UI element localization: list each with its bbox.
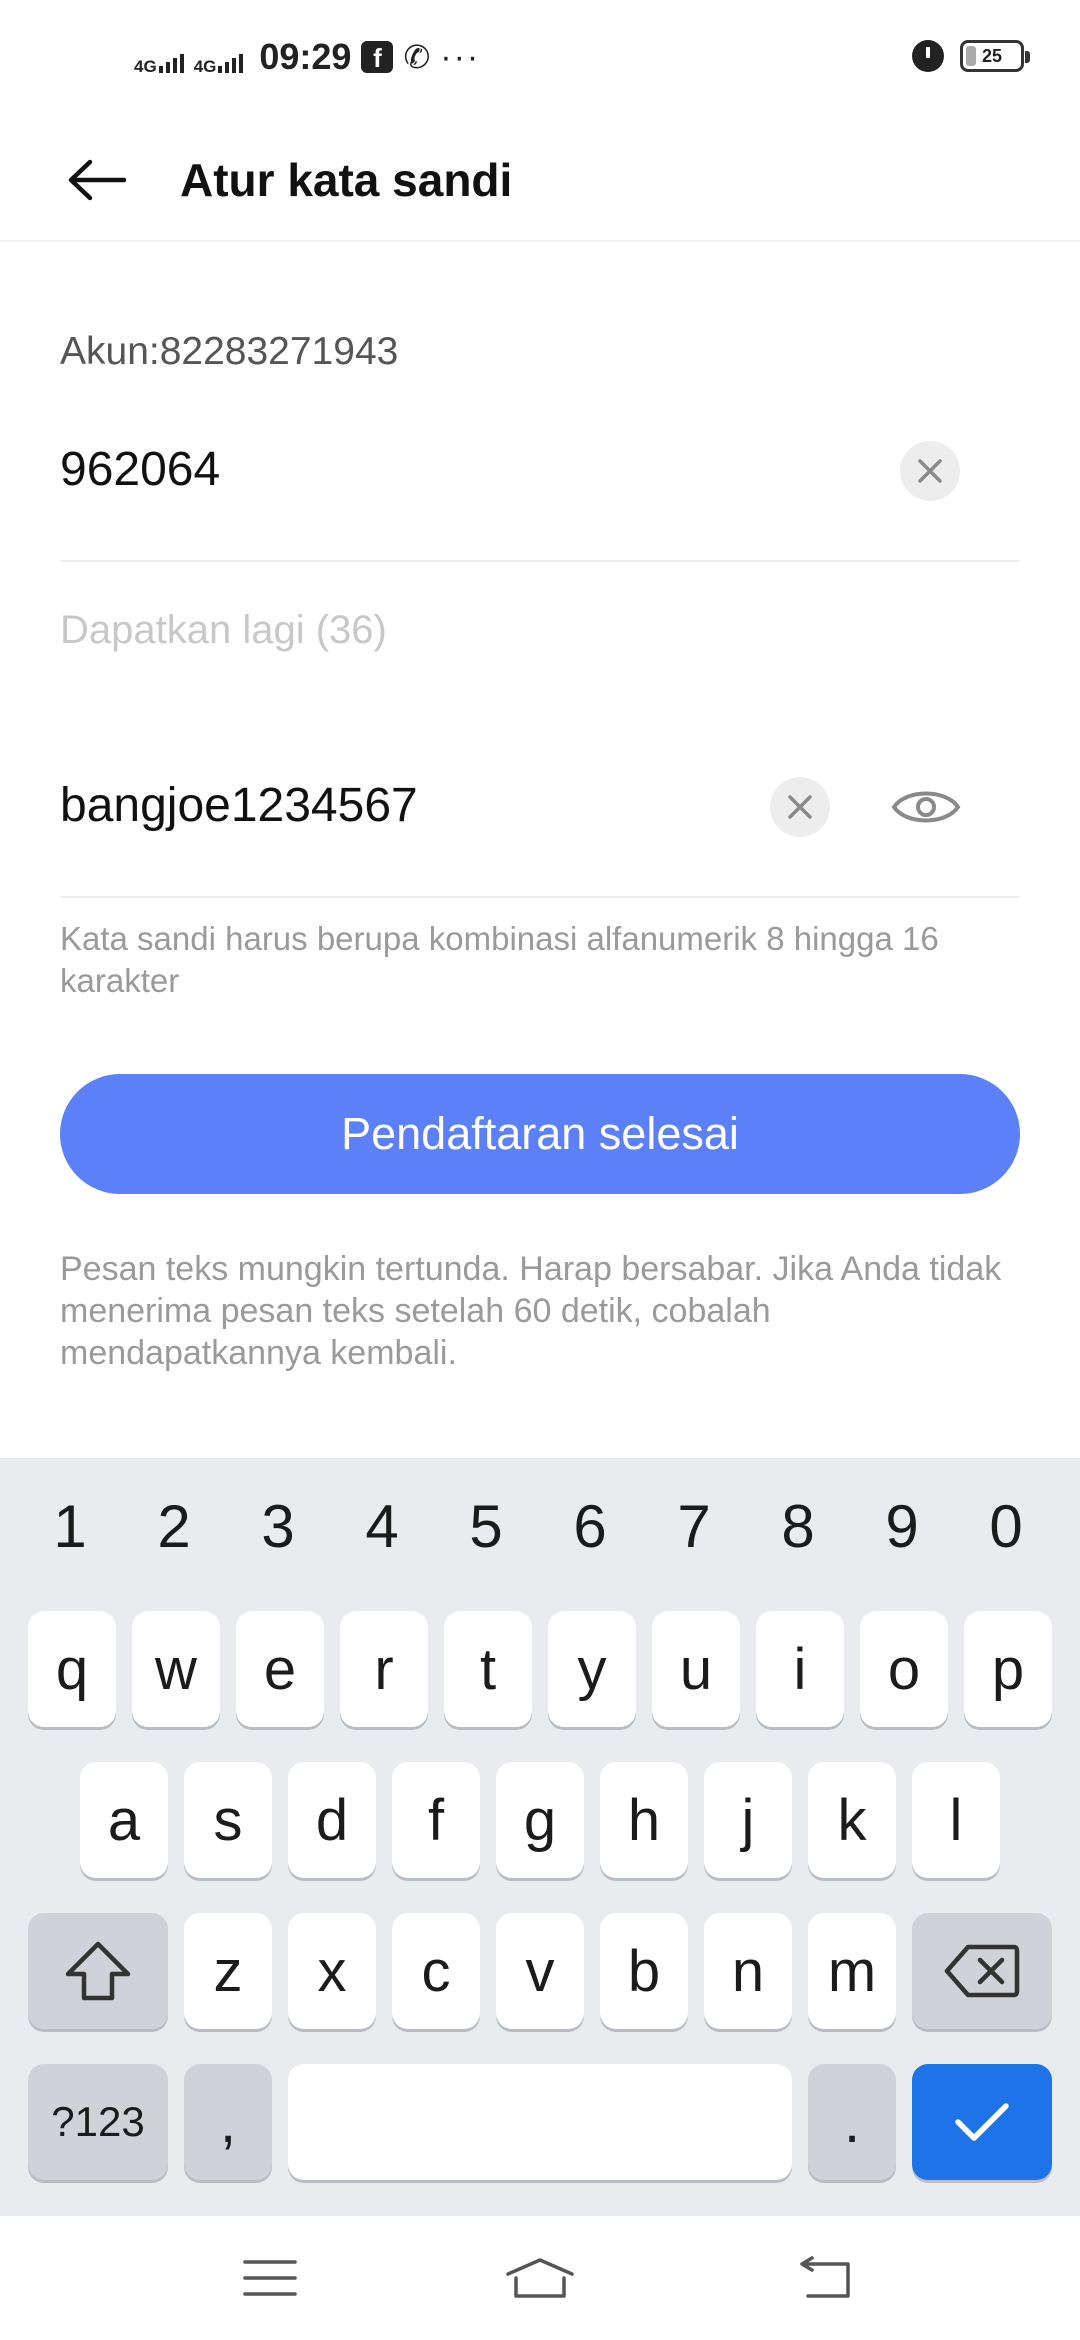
phone-call-icon: ✆	[403, 39, 431, 75]
key-g[interactable]: g	[496, 1762, 584, 1878]
alarm-icon	[912, 40, 944, 72]
key-h[interactable]: h	[600, 1762, 688, 1878]
key-2[interactable]: 2	[122, 1478, 226, 1574]
home-nav-button[interactable]	[504, 2246, 576, 2310]
key-q[interactable]: q	[28, 1611, 116, 1727]
menu-icon	[243, 2260, 297, 2296]
key-k[interactable]: k	[808, 1762, 896, 1878]
password-value: bangjoe1234567	[60, 779, 418, 832]
key-w[interactable]: w	[132, 1611, 220, 1727]
backspace-key[interactable]	[912, 1913, 1052, 2029]
key-l[interactable]: l	[912, 1762, 1000, 1878]
keyboard: 1 2 3 4 5 6 7 8 9 0 q w e r t y u i o p …	[0, 1458, 1080, 2216]
key-y[interactable]: y	[548, 1611, 636, 1727]
key-3[interactable]: 3	[226, 1478, 330, 1574]
shift-key[interactable]	[28, 1913, 168, 2029]
status-right: 25	[912, 40, 1030, 72]
close-icon	[918, 459, 942, 483]
key-s[interactable]: s	[184, 1762, 272, 1878]
close-icon	[788, 795, 812, 819]
battery-level: 25	[981, 46, 1003, 66]
verification-code-value: 962064	[60, 443, 221, 496]
signal-icon-sim2: 4G	[194, 37, 244, 77]
period-key[interactable]: .	[808, 2064, 896, 2180]
network-type-1: 4G	[134, 57, 157, 76]
account-label: Akun:82283271943	[60, 330, 399, 373]
toggle-password-visibility-button[interactable]	[890, 777, 962, 837]
status-time: 09:29	[259, 36, 352, 77]
page-title: Atur kata sandi	[180, 154, 513, 206]
arrow-left-icon	[68, 159, 126, 201]
backspace-icon	[944, 1944, 1020, 1998]
key-z[interactable]: z	[184, 1913, 272, 2029]
menu-nav-button[interactable]	[234, 2246, 306, 2310]
resend-code-link[interactable]: Dapatkan lagi (36)	[60, 608, 387, 653]
home-icon	[506, 2258, 574, 2298]
key-i[interactable]: i	[756, 1611, 844, 1727]
password-hint: Kata sandi harus berupa kombinasi alfanu…	[60, 920, 939, 999]
system-nav-bar	[0, 2216, 1080, 2340]
password-field[interactable]: bangjoe1234567	[60, 748, 1020, 898]
key-9[interactable]: 9	[850, 1478, 954, 1574]
key-7[interactable]: 7	[642, 1478, 746, 1574]
key-r[interactable]: r	[340, 1611, 428, 1727]
more-notifications-icon: ···	[440, 37, 481, 76]
key-j[interactable]: j	[704, 1762, 792, 1878]
key-t[interactable]: t	[444, 1611, 532, 1727]
space-key[interactable]	[288, 2064, 792, 2180]
key-4[interactable]: 4	[330, 1478, 434, 1574]
shift-icon	[65, 1941, 131, 2001]
key-c[interactable]: c	[392, 1913, 480, 2029]
symbols-key[interactable]: ?123	[28, 2064, 168, 2180]
key-f[interactable]: f	[392, 1762, 480, 1878]
app-bar: Atur kata sandi	[0, 120, 1080, 242]
battery-icon: 25	[960, 40, 1030, 72]
key-1[interactable]: 1	[18, 1478, 122, 1574]
back-button[interactable]	[60, 148, 132, 212]
key-d[interactable]: d	[288, 1762, 376, 1878]
signal-icon-sim1: 4G	[134, 37, 184, 77]
verification-code-field[interactable]: 962064	[60, 412, 1020, 562]
key-e[interactable]: e	[236, 1611, 324, 1727]
key-u[interactable]: u	[652, 1611, 740, 1727]
check-icon	[955, 2103, 1009, 2141]
key-v[interactable]: v	[496, 1913, 584, 2029]
enter-key[interactable]	[912, 2064, 1052, 2180]
back-nav-button[interactable]	[790, 2246, 862, 2310]
key-0[interactable]: 0	[954, 1478, 1058, 1574]
key-a[interactable]: a	[80, 1762, 168, 1878]
status-bar: 4G 4G 09:29 f ✆ ··· 25	[0, 0, 1080, 120]
status-left: 4G 4G 09:29 f ✆ ···	[134, 36, 480, 78]
eye-icon	[891, 791, 961, 823]
complete-registration-button[interactable]: Pendaftaran selesai	[60, 1074, 1020, 1194]
comma-key[interactable]: ,	[184, 2064, 272, 2180]
network-type-2: 4G	[193, 57, 217, 76]
back-icon	[800, 2256, 850, 2298]
clear-password-button[interactable]	[770, 777, 830, 837]
sms-delay-note: Pesan teks mungkin tertunda. Harap bersa…	[60, 1250, 1002, 1372]
key-m[interactable]: m	[808, 1913, 896, 2029]
key-8[interactable]: 8	[746, 1478, 850, 1574]
key-n[interactable]: n	[704, 1913, 792, 2029]
key-p[interactable]: p	[964, 1611, 1052, 1727]
clear-code-button[interactable]	[900, 441, 960, 501]
key-x[interactable]: x	[288, 1913, 376, 2029]
key-b[interactable]: b	[600, 1913, 688, 2029]
key-o[interactable]: o	[860, 1611, 948, 1727]
facebook-icon: f	[361, 41, 394, 73]
key-6[interactable]: 6	[538, 1478, 642, 1574]
key-5[interactable]: 5	[434, 1478, 538, 1574]
